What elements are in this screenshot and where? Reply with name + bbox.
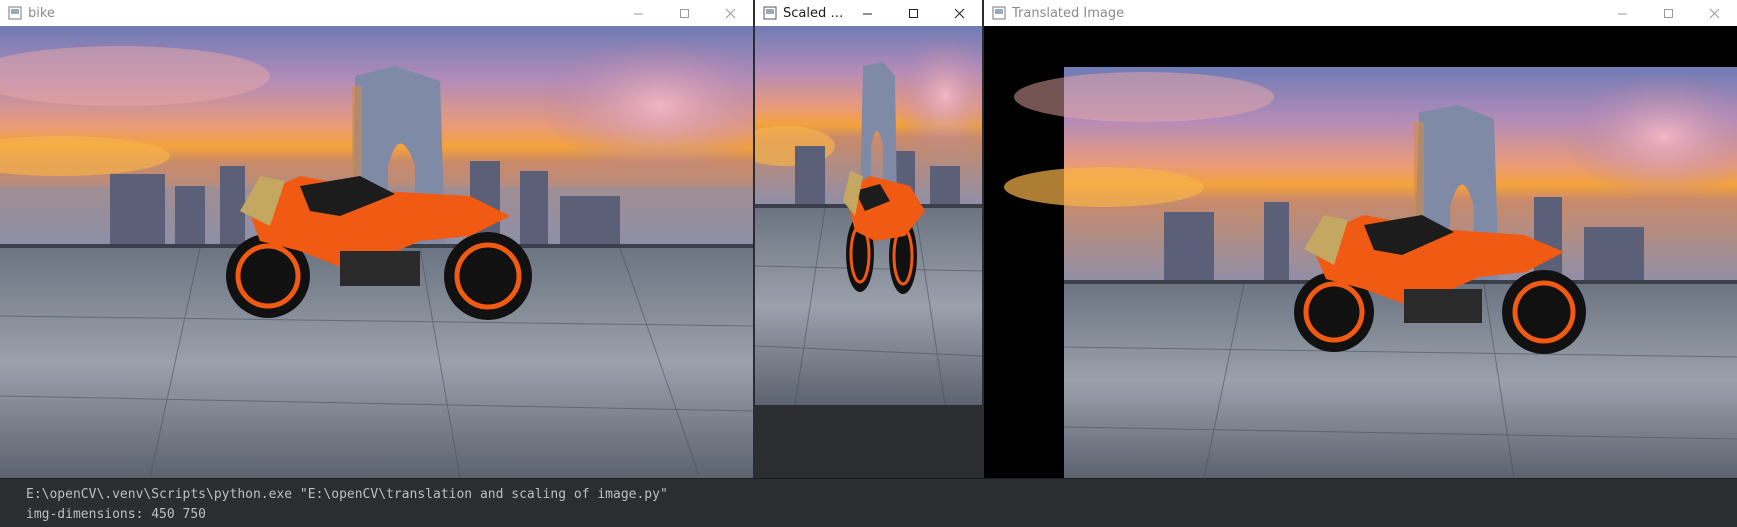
close-icon[interactable]: [1691, 0, 1737, 26]
scaled-titlebar[interactable]: Scaled I...: [755, 0, 982, 26]
scaled-image: [755, 26, 982, 405]
console-divider: [0, 478, 1737, 479]
bike-window[interactable]: bike: [0, 0, 753, 478]
maximize-icon[interactable]: [1645, 0, 1691, 26]
minimize-icon[interactable]: [615, 0, 661, 26]
scaled-window[interactable]: Scaled I...: [755, 0, 982, 405]
scaled-scene: [755, 26, 982, 405]
translated-titlebar[interactable]: Translated Image: [984, 0, 1737, 26]
console-output-line: img-dimensions: 450 750: [26, 507, 207, 522]
minimize-icon[interactable]: [844, 0, 890, 26]
bike-scene: [0, 26, 753, 478]
console-command-line: E:\openCV\.venv\Scripts\python.exe "E:\o…: [26, 487, 668, 502]
minimize-icon[interactable]: [1599, 0, 1645, 26]
close-icon[interactable]: [707, 0, 753, 26]
bike-titlebar[interactable]: bike: [0, 0, 753, 26]
app-window-icon: [8, 6, 22, 20]
close-icon[interactable]: [936, 0, 982, 26]
translated-scene: [984, 26, 1737, 478]
scaled-window-title: Scaled I...: [783, 5, 844, 21]
bike-window-title: bike: [28, 5, 55, 21]
run-console: E:\openCV\.venv\Scripts\python.exe "E:\o…: [0, 478, 1737, 527]
bike-image: [0, 26, 753, 478]
translated-image: [984, 26, 1737, 478]
app-window-icon: [992, 6, 1006, 20]
maximize-icon[interactable]: [890, 0, 936, 26]
translated-window[interactable]: Translated Image: [984, 0, 1737, 478]
translated-window-title: Translated Image: [1012, 5, 1125, 21]
maximize-icon[interactable]: [661, 0, 707, 26]
app-window-icon: [763, 6, 777, 20]
